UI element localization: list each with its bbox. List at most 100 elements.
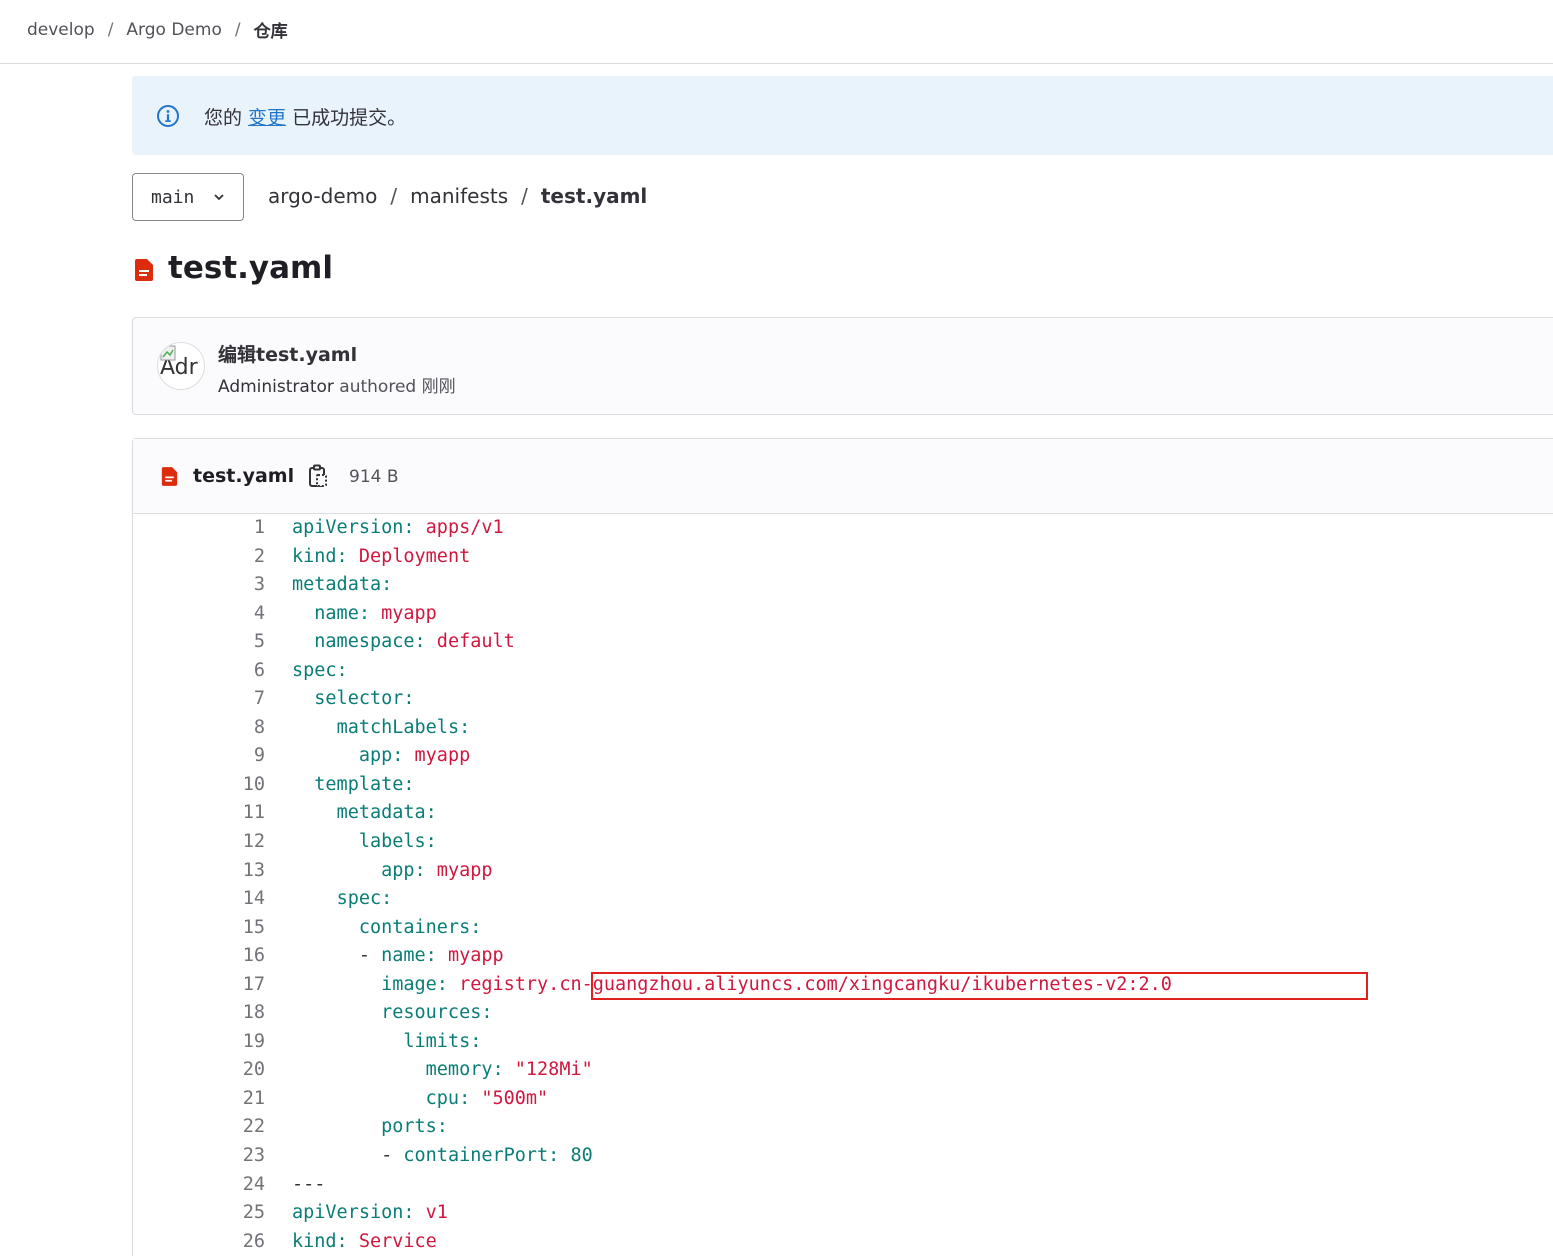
line-number[interactable]: 18 bbox=[133, 999, 265, 1028]
commit-authored: authored bbox=[339, 377, 417, 397]
alert-text-after: 已成功提交。 bbox=[286, 107, 407, 129]
line-number[interactable]: 15 bbox=[133, 914, 265, 943]
code-view: 1 apiVersion: apps/v1 2 kind: Deployment 3 me… bbox=[133, 514, 1553, 1256]
yaml-key: metadata: bbox=[292, 574, 393, 596]
path-current[interactable]: test.yaml bbox=[541, 184, 647, 208]
yaml-key: namespace: bbox=[314, 631, 426, 653]
breadcrumb-argo-demo[interactable]: Argo Demo bbox=[126, 20, 221, 40]
path-argo-demo[interactable]: argo-demo bbox=[268, 184, 377, 208]
yaml-key: labels: bbox=[358, 831, 437, 853]
line-number[interactable]: 22 bbox=[133, 1113, 265, 1142]
breadcrumb-separator: / bbox=[107, 19, 114, 40]
line-source: app: myapp bbox=[265, 742, 470, 771]
line-number[interactable]: 16 bbox=[133, 942, 265, 971]
branch-selector[interactable]: main bbox=[132, 173, 244, 221]
chevron-down-icon bbox=[214, 194, 224, 201]
line-number[interactable]: 19 bbox=[133, 1028, 265, 1057]
code-line: 22 ports: bbox=[133, 1113, 1553, 1142]
alert-message: 您的 变更 已成功提交。 bbox=[204, 103, 406, 130]
line-number[interactable]: 17 bbox=[133, 971, 265, 1000]
top-breadcrumb-bar: develop / Argo Demo / 仓库 bbox=[0, 0, 1553, 64]
yaml-key: memory: bbox=[425, 1059, 504, 1081]
yaml-value: Service bbox=[347, 1230, 437, 1252]
path-separator: / bbox=[390, 184, 398, 208]
breadcrumb-develop[interactable]: develop bbox=[27, 20, 95, 40]
yaml-value: 80 bbox=[559, 1145, 593, 1167]
line-source: kind: Deployment bbox=[265, 543, 470, 572]
line-source: spec: bbox=[265, 885, 393, 914]
line-number[interactable]: 1 bbox=[133, 514, 265, 543]
code-line: 17 image: registry.cn-guangzhou.aliyuncs… bbox=[133, 971, 1553, 1000]
path-separator: / bbox=[521, 184, 528, 208]
alert-text-before: 您的 bbox=[204, 107, 249, 129]
yaml-value: myapp bbox=[369, 602, 437, 624]
line-number[interactable]: 6 bbox=[133, 657, 265, 686]
line-number[interactable]: 14 bbox=[133, 885, 265, 914]
line-number[interactable]: 8 bbox=[133, 714, 265, 743]
path-manifests[interactable]: manifests bbox=[410, 184, 508, 208]
line-number[interactable]: 7 bbox=[133, 685, 265, 714]
breadcrumb-current[interactable]: 仓库 bbox=[254, 17, 288, 42]
line-number[interactable]: 5 bbox=[133, 628, 265, 657]
commit-title[interactable]: 编辑test.yaml bbox=[218, 340, 357, 367]
yaml-key: name: bbox=[381, 945, 437, 967]
file-path-breadcrumb: argo-demo / manifests / test.yaml bbox=[268, 184, 647, 208]
line-number[interactable]: 4 bbox=[133, 600, 265, 629]
line-number[interactable]: 9 bbox=[133, 742, 265, 771]
line-source: --- bbox=[265, 1171, 325, 1200]
line-number[interactable]: 26 bbox=[133, 1228, 265, 1256]
success-alert: 您的 变更 已成功提交。 bbox=[132, 76, 1553, 155]
code-line: 8 matchLabels: bbox=[133, 714, 1553, 743]
line-source: ports: bbox=[265, 1113, 448, 1142]
line-number[interactable]: 21 bbox=[133, 1085, 265, 1114]
commit-author[interactable]: Administrator bbox=[218, 377, 334, 397]
yaml-key: kind: bbox=[292, 1230, 348, 1252]
page-title: test.yaml bbox=[168, 250, 333, 286]
file-viewer: test.yaml 914 B 1 apiVersion: apps/v1 2 kin… bbox=[132, 438, 1553, 1256]
file-size: 914 B bbox=[349, 467, 399, 487]
file-icon bbox=[161, 467, 178, 486]
yaml-value: "128Mi" bbox=[503, 1059, 593, 1081]
yaml-value: myapp bbox=[425, 859, 493, 881]
line-source: matchLabels: bbox=[265, 714, 471, 743]
line-number[interactable]: 2 bbox=[133, 543, 265, 572]
yaml-key: containerPort: bbox=[403, 1145, 560, 1167]
code-line: 23 - containerPort: 80 bbox=[133, 1142, 1553, 1171]
yaml-key: spec: bbox=[336, 888, 393, 910]
code-line: 3 metadata: bbox=[133, 571, 1553, 600]
line-number[interactable]: 20 bbox=[133, 1056, 265, 1085]
line-source: containers: bbox=[265, 914, 482, 943]
yaml-value: myapp bbox=[403, 745, 471, 767]
line-number[interactable]: 10 bbox=[133, 771, 265, 800]
yaml-key: ports: bbox=[381, 1116, 448, 1138]
code-line: 1 apiVersion: apps/v1 bbox=[133, 514, 1553, 543]
line-number[interactable]: 23 bbox=[133, 1142, 265, 1171]
code-line: 20 memory: "128Mi" bbox=[133, 1056, 1553, 1085]
code-line: 6 spec: bbox=[133, 657, 1553, 686]
line-source: memory: "128Mi" bbox=[265, 1056, 593, 1085]
code-line: 26 kind: Service bbox=[133, 1228, 1553, 1256]
line-source: metadata: bbox=[265, 571, 392, 600]
line-indent: - bbox=[292, 945, 382, 967]
line-number[interactable]: 24 bbox=[133, 1171, 265, 1200]
line-number[interactable]: 12 bbox=[133, 828, 265, 857]
line-number[interactable]: 11 bbox=[133, 799, 265, 828]
line-source: kind: Service bbox=[265, 1228, 437, 1256]
line-source: name: myapp bbox=[265, 600, 437, 629]
alert-changes-link[interactable]: 变更 bbox=[248, 107, 286, 129]
line-indent: - bbox=[292, 1145, 404, 1167]
avatar[interactable]: Adr bbox=[157, 342, 205, 390]
code-line: 14 spec: bbox=[133, 885, 1553, 914]
line-number[interactable]: 3 bbox=[133, 571, 265, 600]
yaml-value: Deployment bbox=[347, 545, 471, 567]
breadcrumb-separator: / bbox=[234, 19, 241, 40]
copy-path-icon[interactable] bbox=[307, 464, 329, 488]
line-number[interactable]: 13 bbox=[133, 857, 265, 886]
line-number[interactable]: 25 bbox=[133, 1199, 265, 1228]
